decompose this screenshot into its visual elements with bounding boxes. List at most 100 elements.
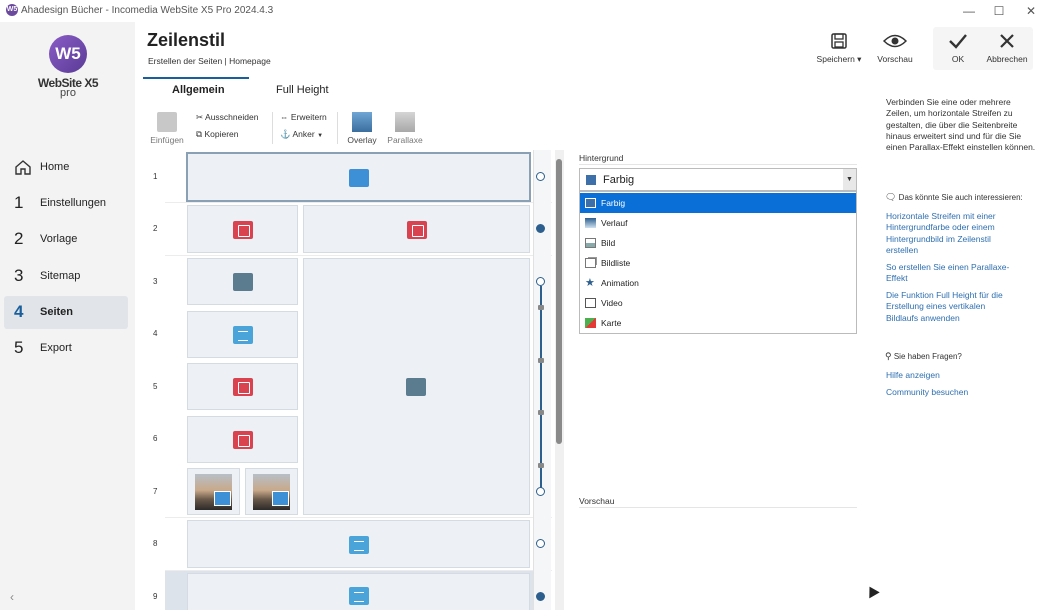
row-style-toggle[interactable] (536, 592, 545, 601)
row-divider (165, 255, 552, 256)
grid-cell-row7-image-1[interactable] (187, 468, 240, 515)
row-style-toggle[interactable] (536, 277, 545, 286)
help-link-parallax[interactable]: So erstellen Sie einen Parallaxe-Effekt (886, 262, 1016, 285)
sidebar-item-number: 3 (14, 265, 24, 285)
anchor-button[interactable]: ⚓ Anker ▼ (280, 129, 323, 140)
star-icon: ★ (585, 277, 595, 289)
cut-label: Ausschneiden (205, 112, 259, 122)
sidebar-item-vorlage[interactable]: 2 Vorlage (4, 223, 128, 256)
row-style-toggle[interactable] (536, 487, 545, 496)
save-button[interactable]: Speichern ▾ (814, 32, 864, 65)
parallax-button[interactable]: Parallaxe (385, 112, 425, 145)
expand-button[interactable]: ⇔ Erweitern (280, 112, 327, 122)
sidebar: W5 WebSite X5 pro Home 1 Einstellungen 2… (0, 22, 135, 610)
help-link-stripes[interactable]: Horizontale Streifen mit einer Hintergru… (886, 211, 1016, 256)
sidebar-item-label: Einstellungen (40, 196, 107, 209)
paste-button[interactable]: Einfügen (147, 112, 187, 145)
row-style-toggle[interactable] (536, 224, 545, 233)
grid-cell-row3-left[interactable] (187, 258, 298, 305)
title-bar: W5 Ahadesign Bücher - Incomedia WebSite … (0, 0, 1047, 22)
background-select-value: Farbig (603, 174, 635, 186)
option-label: Bildliste (601, 258, 631, 268)
grid-cell-row8[interactable] (187, 520, 530, 568)
sidebar-item-sitemap[interactable]: 3 Sitemap (4, 259, 128, 292)
help-show-link[interactable]: Hilfe anzeigen (886, 370, 1036, 381)
help-link-full-height[interactable]: Die Funktion Full Height für die Erstell… (886, 290, 1016, 324)
row-number: 9 (153, 592, 158, 601)
eye-icon (883, 34, 907, 48)
grid-cell-row1[interactable] (186, 152, 531, 202)
sidebar-item-seiten[interactable]: 4 Seiten (4, 295, 128, 329)
maximize-button[interactable]: ☐ (984, 2, 1014, 20)
paste-icon (157, 112, 177, 132)
option-farbig[interactable]: Farbig (580, 193, 856, 213)
questions-heading: ⚲ Sie haben Fragen? (885, 351, 962, 362)
close-window-button[interactable]: ✕ (1016, 2, 1046, 20)
grid-cell-row2-left[interactable] (187, 205, 298, 253)
minimize-button[interactable]: — (954, 2, 984, 20)
option-video[interactable]: Video (580, 293, 856, 313)
copy-button[interactable]: ⧉ Kopieren (196, 129, 238, 140)
collapse-sidebar-icon[interactable]: ‹ (10, 590, 14, 604)
grid-scrollbar[interactable] (555, 150, 564, 610)
app-icon: W5 (6, 4, 18, 16)
sidebar-item-label: Vorlage (40, 233, 78, 246)
cut-button[interactable]: ✂ Ausschneiden (196, 112, 258, 123)
option-animation[interactable]: ★ Animation (580, 273, 856, 293)
sidebar-item-label: Sitemap (40, 269, 81, 282)
sidebar-item-einstellungen[interactable]: 1 Einstellungen (4, 186, 128, 219)
sidebar-item-number: 1 (14, 192, 24, 212)
sidebar-nav: Home 1 Einstellungen 2 Vorlage 3 Sitemap… (4, 150, 128, 368)
chevron-down-icon[interactable]: ▼ (843, 169, 856, 190)
option-bildliste[interactable]: Bildliste (580, 253, 856, 273)
preview-button[interactable]: Vorschau (870, 32, 920, 64)
sidebar-item-home[interactable]: Home (4, 150, 128, 183)
interest-heading-text: Das könnte Sie auch interessieren: (898, 193, 1023, 202)
tab-allgemein[interactable]: Allgemein (172, 84, 225, 96)
lock-icon[interactable] (538, 358, 544, 363)
option-label: Verlauf (601, 218, 628, 228)
grid-cell-row2-right[interactable] (303, 205, 530, 253)
section-divider (579, 164, 857, 165)
row-divider (165, 570, 552, 571)
grid-cell-row9[interactable] (187, 573, 530, 610)
lock-icon[interactable] (538, 410, 544, 415)
row-style-toggle[interactable] (536, 539, 545, 548)
text-block-icon (349, 587, 369, 605)
cancel-button[interactable]: Abbrechen (982, 32, 1032, 64)
sidebar-item-number: 5 (14, 338, 24, 358)
sidebar-item-export[interactable]: 5 Export (4, 332, 128, 365)
overlay-button[interactable]: Overlay (342, 112, 382, 145)
sidebar-item-number: 4 (14, 302, 24, 322)
text-object-icon (233, 431, 253, 449)
option-karte[interactable]: Karte (580, 313, 856, 333)
sidebar-item-label: Export (40, 342, 72, 355)
copy-icon: ⧉ (196, 129, 203, 139)
background-label: Hintergrund (579, 153, 624, 163)
image-object-icon (272, 491, 289, 506)
image-icon (585, 238, 596, 248)
grid-cell-row5-left[interactable] (187, 363, 298, 410)
grid-cell-row4-left[interactable] (187, 311, 298, 358)
grid-cell-row7-image-2[interactable] (245, 468, 298, 515)
option-label: Bild (601, 238, 616, 248)
community-link[interactable]: Community besuchen (886, 387, 1036, 398)
scrollbar-thumb[interactable] (556, 159, 562, 444)
tab-full-height[interactable]: Full Height (276, 84, 329, 96)
option-verlauf[interactable]: Verlauf (580, 213, 856, 233)
grid-cell-merged-right[interactable] (303, 258, 530, 515)
lock-icon[interactable] (538, 463, 544, 468)
cancel-icon (1000, 34, 1014, 48)
option-bild[interactable]: Bild (580, 233, 856, 253)
lock-icon[interactable] (538, 305, 544, 310)
option-label: Farbig (601, 198, 626, 208)
row-style-toggle[interactable] (536, 172, 545, 181)
interest-heading: 🗨 Das könnte Sie auch interessieren: (885, 192, 1023, 203)
background-select[interactable]: Farbig ▼ (579, 168, 857, 191)
ok-button[interactable]: OK (933, 32, 983, 64)
cart-object-icon (233, 273, 253, 291)
grid-cell-row6-left[interactable] (187, 416, 298, 463)
text-block-icon (233, 326, 253, 344)
text-object-icon (233, 378, 253, 396)
image-object-icon (214, 491, 231, 506)
